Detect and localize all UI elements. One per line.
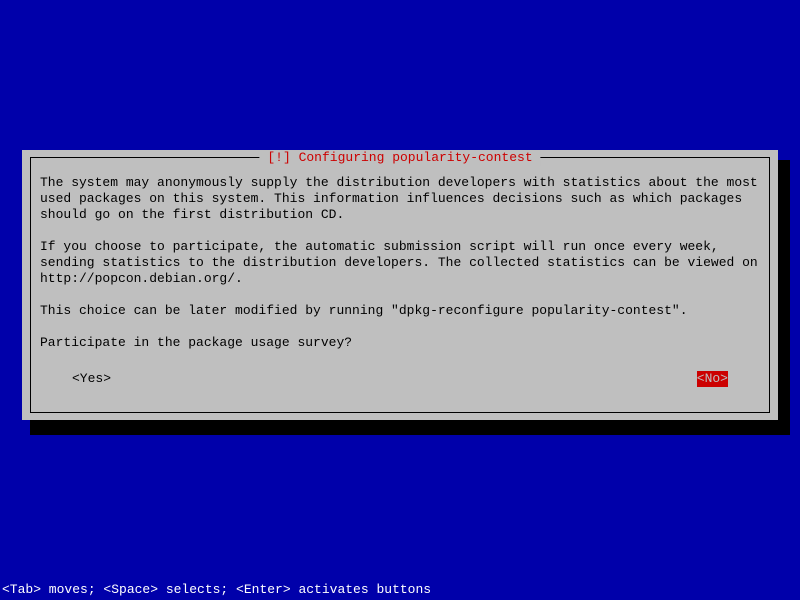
dialog-button-row: <Yes> <No> — [40, 371, 760, 387]
dialog-title: [!] Configuring popularity-contest — [259, 150, 540, 166]
status-bar: <Tab> moves; <Space> selects; <Enter> ac… — [2, 582, 431, 598]
dialog-content: The system may anonymously supply the di… — [40, 175, 760, 367]
yes-button[interactable]: <Yes> — [72, 371, 111, 387]
dialog-paragraph-2: If you choose to participate, the automa… — [40, 239, 760, 287]
no-button[interactable]: <No> — [697, 371, 728, 387]
dialog-prompt: Participate in the package usage survey? — [40, 335, 760, 351]
dialog-paragraph-1: The system may anonymously supply the di… — [40, 175, 760, 223]
dialog-paragraph-3: This choice can be later modified by run… — [40, 303, 760, 319]
